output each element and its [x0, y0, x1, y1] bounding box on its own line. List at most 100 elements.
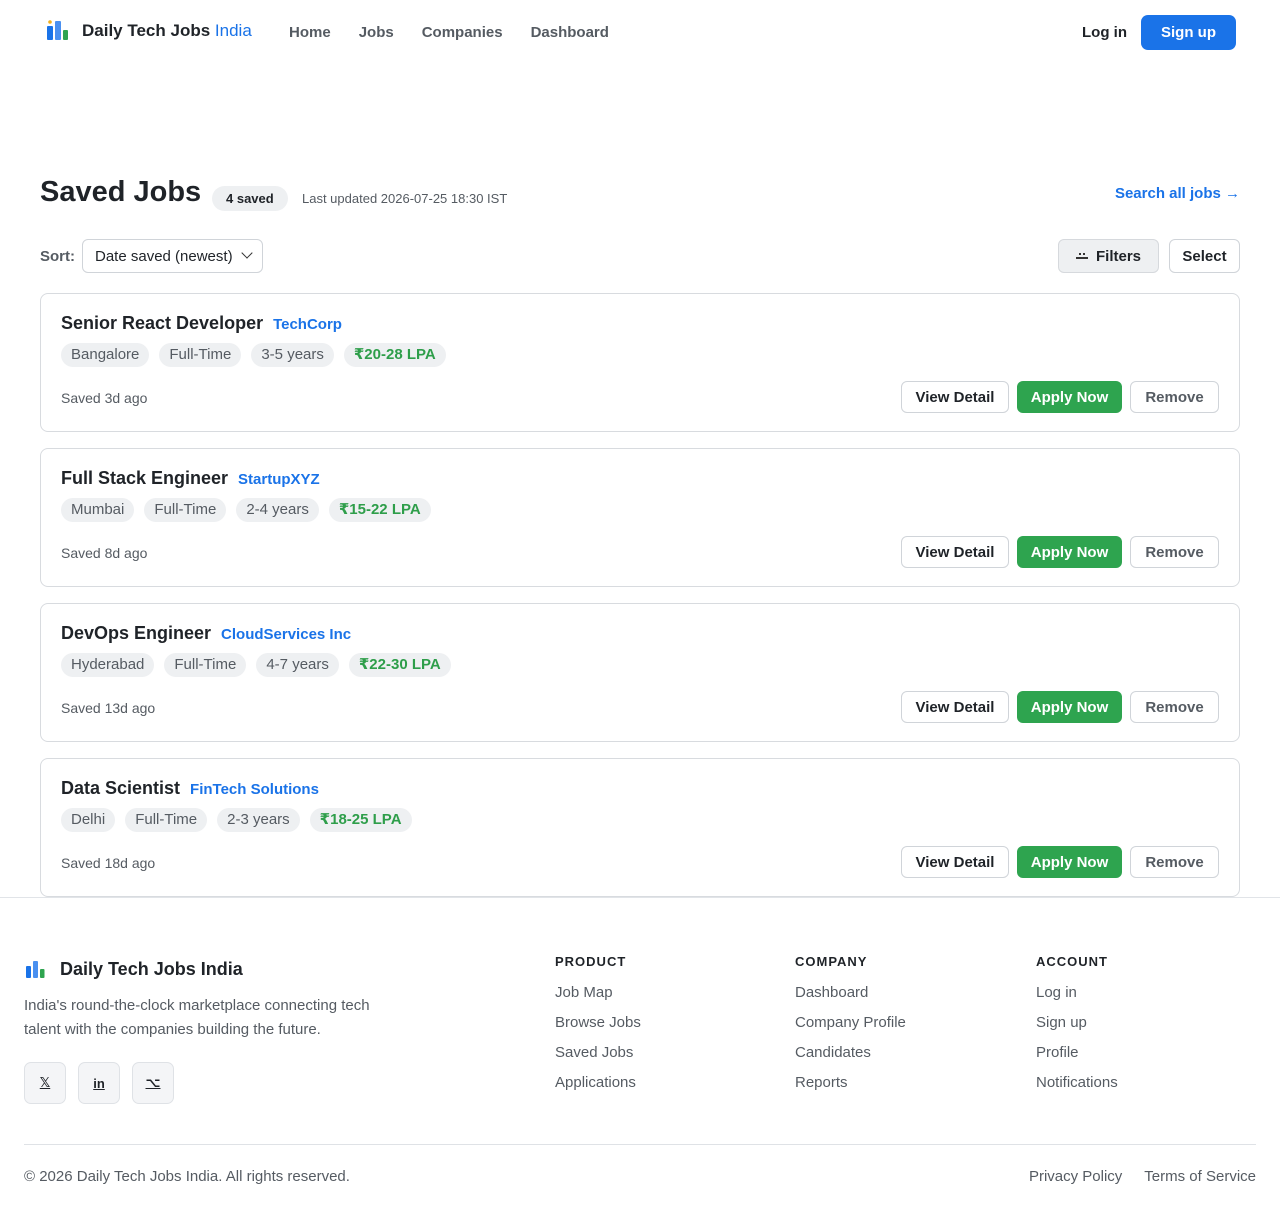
experience-tag: 3-5 years	[251, 343, 334, 367]
sort-select[interactable]: Date saved (newest)	[82, 239, 263, 273]
location-tag: Hyderabad	[61, 653, 155, 677]
footer-link-browse-jobs[interactable]: Browse Jobs	[555, 1013, 641, 1033]
footer-column-company: COMPANY Dashboard Company Profile Candid…	[795, 954, 906, 1103]
footer-column-account: ACCOUNT Log in Sign up Profile Notificat…	[1036, 954, 1118, 1103]
select-button[interactable]: Select	[1169, 239, 1240, 273]
list-controls: Sort: Date saved (newest) Filters Select	[40, 239, 1240, 273]
remove-button[interactable]: Remove	[1130, 536, 1219, 568]
remove-button[interactable]: Remove	[1130, 381, 1219, 413]
saved-count-badge: 4 saved	[212, 186, 288, 211]
linkedin-icon[interactable]: in	[78, 1062, 120, 1104]
company-link[interactable]: TechCorp	[273, 316, 342, 333]
nav-companies[interactable]: Companies	[422, 24, 503, 41]
job-type-tag: Full-Time	[125, 808, 208, 832]
auth-actions: Log in Sign up	[1082, 15, 1236, 50]
job-card: Full Stack Engineer StartupXYZ Mumbai Fu…	[40, 448, 1240, 587]
view-detail-button[interactable]: View Detail	[901, 846, 1009, 878]
x-icon[interactable]: 𝕏	[24, 1062, 66, 1104]
brand-name: Daily Tech Jobs India	[82, 21, 252, 40]
saved-time: Saved 18d ago	[61, 855, 156, 871]
footer-link-notifications[interactable]: Notifications	[1036, 1073, 1118, 1093]
remove-button[interactable]: Remove	[1130, 846, 1219, 878]
experience-tag: 2-4 years	[236, 498, 319, 522]
footer-description: India's round-the-clock marketplace conn…	[24, 997, 370, 1038]
github-icon[interactable]: ⌥	[132, 1062, 174, 1104]
saved-time: Saved 8d ago	[61, 545, 148, 561]
view-detail-button[interactable]: View Detail	[901, 536, 1009, 568]
footer-link-candidates[interactable]: Candidates	[795, 1043, 906, 1063]
site-footer: Daily Tech Jobs India India's round-the-…	[0, 897, 1280, 1212]
footer-link-dashboard[interactable]: Dashboard	[795, 983, 906, 1003]
job-title[interactable]: DevOps Engineer	[61, 623, 211, 644]
footer-brand[interactable]: Daily Tech Jobs India	[24, 958, 243, 980]
job-type-tag: Full-Time	[159, 343, 242, 367]
footer-link-saved-jobs[interactable]: Saved Jobs	[555, 1043, 641, 1063]
sort-label: Sort:	[40, 248, 75, 265]
top-navbar: Daily Tech Jobs India Home Jobs Companie…	[0, 0, 1280, 64]
brand-link[interactable]: Daily Tech Jobs India	[44, 18, 252, 44]
location-tag: Delhi	[61, 808, 116, 832]
login-link[interactable]: Log in	[1082, 24, 1127, 41]
remove-button[interactable]: Remove	[1130, 691, 1219, 723]
job-card: DevOps Engineer CloudServices Inc Hydera…	[40, 603, 1240, 742]
main-nav: Home Jobs Companies Dashboard	[289, 24, 609, 41]
social-links: 𝕏 in ⌥	[24, 1062, 174, 1104]
filter-icon	[1075, 252, 1088, 260]
footer-column-heading: ACCOUNT	[1036, 954, 1108, 969]
footer-link-profile[interactable]: Profile	[1036, 1043, 1118, 1063]
chevron-down-icon	[241, 247, 253, 259]
footer-link-company-profile[interactable]: Company Profile	[795, 1013, 906, 1033]
brand-logo-icon	[47, 20, 68, 40]
signup-button[interactable]: Sign up	[1141, 15, 1236, 50]
job-title-row: Full Stack Engineer StartupXYZ	[61, 468, 320, 489]
nav-dashboard[interactable]: Dashboard	[531, 24, 609, 41]
job-actions: View Detail Apply Now Remove	[901, 691, 1219, 723]
saved-jobs-list: Senior React Developer TechCorp Bangalor…	[40, 293, 1240, 913]
apply-now-button[interactable]: Apply Now	[1017, 536, 1122, 568]
job-actions: View Detail Apply Now Remove	[901, 381, 1219, 413]
view-detail-button[interactable]: View Detail	[901, 381, 1009, 413]
job-title[interactable]: Full Stack Engineer	[61, 468, 228, 489]
job-card: Senior React Developer TechCorp Bangalor…	[40, 293, 1240, 432]
footer-column-heading: PRODUCT	[555, 954, 627, 969]
job-card: Data Scientist FinTech Solutions Delhi F…	[40, 758, 1240, 897]
footer-link-applications[interactable]: Applications	[555, 1073, 641, 1093]
view-detail-button[interactable]: View Detail	[901, 691, 1009, 723]
page-header: Saved Jobs 4 saved Last updated 2026-07-…	[40, 176, 1240, 216]
apply-now-button[interactable]: Apply Now	[1017, 691, 1122, 723]
experience-tag: 4-7 years	[256, 653, 339, 677]
nav-home[interactable]: Home	[289, 24, 331, 41]
salary-tag: ₹22-30 LPA	[348, 653, 451, 677]
search-all-jobs-link[interactable]: Search all jobs →	[1115, 185, 1240, 202]
last-updated-text: Last updated 2026-07-25 18:30 IST	[302, 191, 508, 206]
filters-label: Filters	[1095, 247, 1141, 265]
job-title[interactable]: Data Scientist	[61, 778, 180, 799]
job-title[interactable]: Senior React Developer	[61, 313, 263, 334]
job-actions: View Detail Apply Now Remove	[901, 536, 1219, 568]
location-tag: Bangalore	[61, 343, 150, 367]
job-tags: Bangalore Full-Time 3-5 years ₹20-28 LPA	[61, 343, 446, 367]
apply-now-button[interactable]: Apply Now	[1017, 381, 1122, 413]
company-link[interactable]: StartupXYZ	[238, 471, 320, 488]
apply-now-button[interactable]: Apply Now	[1017, 846, 1122, 878]
footer-column-heading: COMPANY	[795, 954, 868, 969]
footer-link-login[interactable]: Log in	[1036, 983, 1118, 1003]
job-title-row: Senior React Developer TechCorp	[61, 313, 342, 334]
footer-link-signup[interactable]: Sign up	[1036, 1013, 1118, 1033]
job-type-tag: Full-Time	[144, 498, 227, 522]
copyright-text: © 2026 Daily Tech Jobs India. All rights…	[24, 1168, 350, 1185]
sort-selected-value: Date saved (newest)	[95, 247, 233, 265]
company-link[interactable]: CloudServices Inc	[221, 626, 351, 643]
location-tag: Mumbai	[61, 498, 135, 522]
brand-logo-icon	[26, 961, 45, 978]
footer-brand-name: Daily Tech Jobs India	[60, 958, 243, 979]
footer-link-reports[interactable]: Reports	[795, 1073, 906, 1093]
job-tags: Delhi Full-Time 2-3 years ₹18-25 LPA	[61, 808, 412, 832]
footer-divider	[24, 1144, 1256, 1145]
company-link[interactable]: FinTech Solutions	[190, 781, 319, 798]
nav-jobs[interactable]: Jobs	[359, 24, 394, 41]
terms-of-service-link[interactable]: Terms of Service	[1144, 1168, 1256, 1185]
filters-button[interactable]: Filters	[1058, 239, 1159, 273]
footer-link-job-map[interactable]: Job Map	[555, 983, 641, 1003]
privacy-policy-link[interactable]: Privacy Policy	[1029, 1168, 1122, 1185]
